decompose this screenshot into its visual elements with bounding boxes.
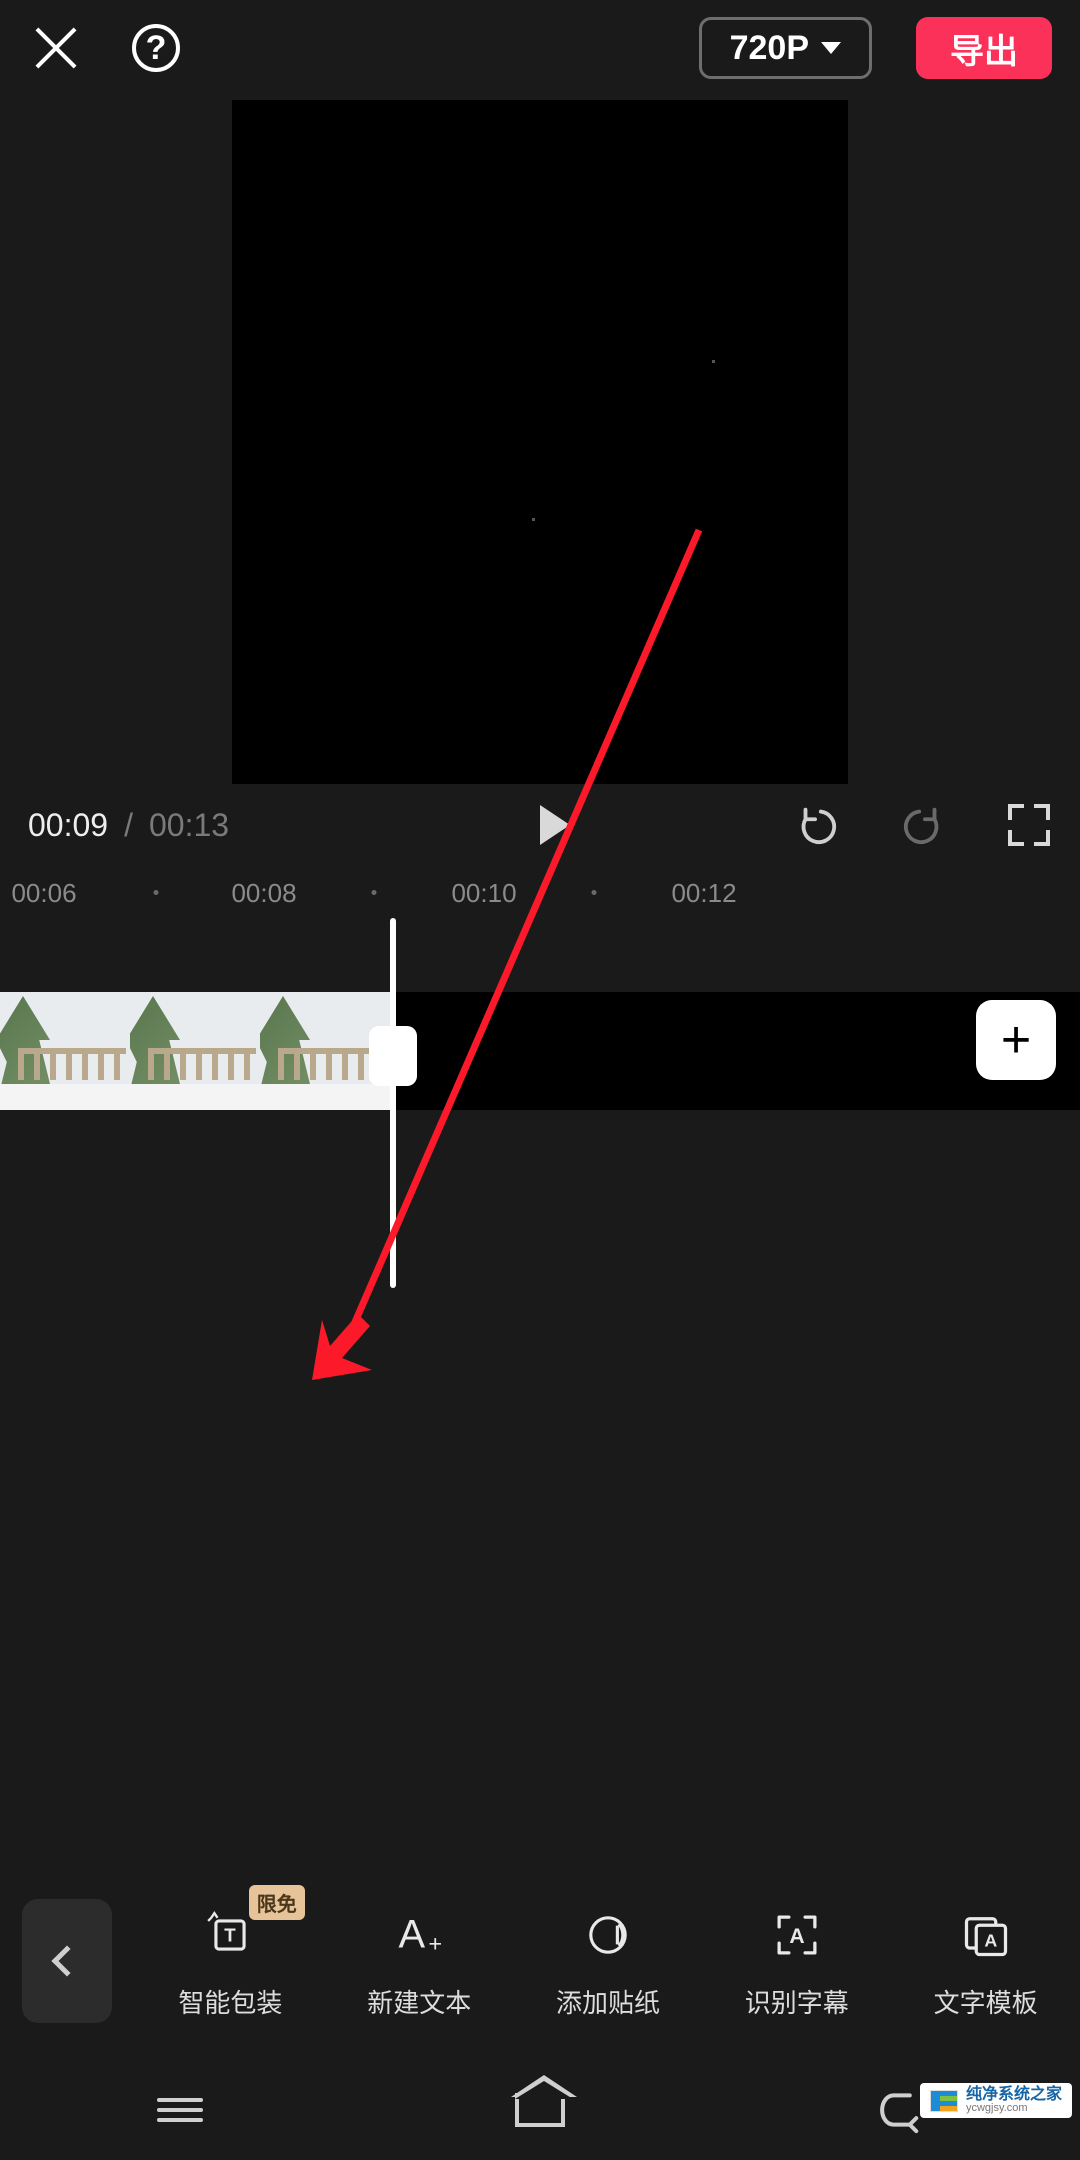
- timeline-track-area[interactable]: +: [0, 916, 1080, 1376]
- plus-icon: +: [1001, 1010, 1031, 1070]
- system-recent-button[interactable]: [150, 2080, 210, 2140]
- fullscreen-icon: [1008, 804, 1050, 846]
- system-home-button[interactable]: [510, 2080, 570, 2140]
- tool-smart-package[interactable]: 限免 T 智能包装: [136, 1903, 325, 2020]
- svg-text:A: A: [984, 1930, 997, 1950]
- home-icon: [515, 2093, 565, 2127]
- export-label: 导出: [950, 24, 1018, 73]
- playhead[interactable]: [390, 918, 396, 1288]
- undo-icon: [794, 802, 840, 848]
- tool-label: 识别字幕: [745, 1983, 849, 2020]
- ruler-tick: [154, 890, 159, 895]
- video-preview[interactable]: [232, 100, 848, 784]
- total-time: 00:13: [149, 807, 229, 844]
- clip-thumbnail: [0, 992, 130, 1110]
- undo-button[interactable]: [794, 802, 840, 848]
- playhead-handle[interactable]: [369, 1026, 417, 1086]
- close-button[interactable]: [28, 20, 84, 76]
- watermark-logo-icon: [930, 2090, 958, 2112]
- menu-icon: [157, 2092, 203, 2128]
- svg-text:A: A: [789, 1925, 804, 1948]
- new-text-icon: A+: [387, 1903, 451, 1967]
- auto-caption-icon: A: [765, 1903, 829, 1967]
- ruler-label: 00:12: [671, 878, 736, 909]
- tool-auto-caption[interactable]: A 识别字幕: [702, 1903, 891, 2020]
- svg-text:A: A: [399, 1912, 426, 1956]
- ruler-tick: [372, 890, 377, 895]
- watermark: 纯净系统之家 ycwgjsy.com: [920, 2083, 1072, 2118]
- time-separator: /: [118, 807, 139, 844]
- add-clip-button[interactable]: +: [976, 1000, 1056, 1080]
- tool-label: 添加贴纸: [556, 1983, 660, 2020]
- current-time: 00:09: [28, 807, 108, 844]
- play-button[interactable]: [530, 797, 586, 853]
- tool-label: 文字模板: [934, 1983, 1038, 2020]
- redo-button[interactable]: [900, 802, 946, 848]
- free-badge: 限免: [249, 1885, 305, 1920]
- watermark-title: 纯净系统之家: [966, 2087, 1062, 2103]
- tool-back-button[interactable]: [22, 1899, 112, 2023]
- ruler-tick: [592, 890, 597, 895]
- watermark-url: ycwgjsy.com: [966, 2103, 1062, 2114]
- ruler-label: 00:06: [11, 878, 76, 909]
- resolution-label: 720P: [730, 29, 809, 68]
- close-icon: [34, 26, 78, 70]
- redo-icon: [900, 802, 946, 848]
- ruler-label: 00:08: [231, 878, 296, 909]
- tool-new-text[interactable]: A+ 新建文本: [325, 1903, 514, 2020]
- tool-label: 智能包装: [178, 1983, 282, 2020]
- resolution-selector[interactable]: 720P: [699, 17, 872, 79]
- svg-text:+: +: [429, 1930, 443, 1956]
- timeline-ruler[interactable]: 00:06 00:08 00:10 00:12: [0, 872, 1080, 916]
- text-template-icon: A: [954, 1903, 1018, 1967]
- play-icon: [540, 805, 570, 845]
- clip-thumbnail: [130, 992, 260, 1110]
- sticker-icon: [576, 1903, 640, 1967]
- svg-text:T: T: [225, 1924, 237, 1945]
- ruler-label: 00:10: [451, 878, 516, 909]
- fullscreen-button[interactable]: [1006, 802, 1052, 848]
- back-icon: [874, 2084, 926, 2136]
- tool-text-template[interactable]: A 文字模板: [891, 1903, 1080, 2020]
- tool-add-sticker[interactable]: 添加贴纸: [514, 1903, 703, 2020]
- export-button[interactable]: 导出: [916, 17, 1052, 79]
- chevron-down-icon: [821, 42, 841, 54]
- help-button[interactable]: ?: [128, 20, 184, 76]
- tool-label: 新建文本: [367, 1983, 471, 2020]
- help-icon: ?: [132, 24, 180, 72]
- video-clip[interactable]: [0, 992, 390, 1110]
- chevron-left-icon: [51, 1945, 82, 1976]
